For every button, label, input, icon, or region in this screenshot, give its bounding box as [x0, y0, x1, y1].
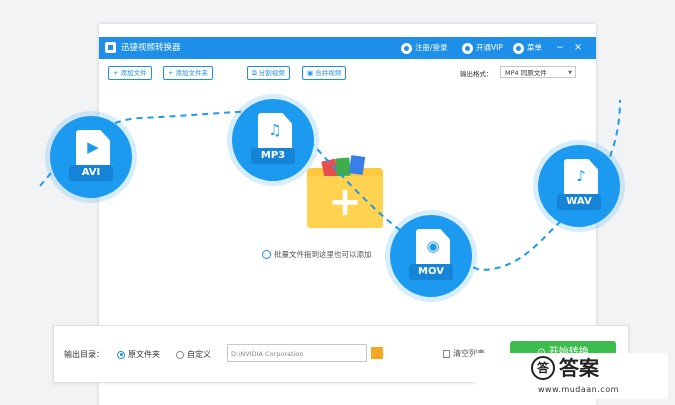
- music-note-icon: ♪: [576, 167, 586, 185]
- browse-folder-button[interactable]: [371, 347, 383, 359]
- avi-label: AVI: [69, 165, 113, 181]
- avi-badge: ▶ AVI: [50, 116, 132, 198]
- radio-unselected-icon: [176, 350, 184, 359]
- watermark-logo: 答: [531, 356, 555, 380]
- mov-badge: ◉ MOV: [390, 215, 472, 297]
- radio-selected-icon: [117, 350, 125, 359]
- mp3-badge: ♫ MP3: [232, 99, 314, 181]
- watermark-title: 答案: [559, 356, 599, 380]
- output-dir-label: 输出目录：: [64, 350, 104, 359]
- video-camera-icon: ▶: [87, 138, 99, 156]
- trash-icon: [443, 349, 450, 358]
- radio-custom-label: 自定义: [187, 350, 211, 359]
- output-path-input[interactable]: D:\NVIDIA Corporation: [227, 344, 367, 362]
- wav-badge: ♪ WAV: [538, 145, 620, 227]
- watermark-url: www.mudaan.com: [538, 385, 619, 394]
- radio-custom[interactable]: 自定义: [176, 349, 211, 360]
- mp3-label: MP3: [251, 148, 295, 164]
- radio-source-folder[interactable]: 原文件夹: [117, 349, 160, 360]
- wav-label: WAV: [557, 194, 601, 210]
- mov-label: MOV: [409, 264, 453, 280]
- music-note-icon: ♫: [268, 121, 282, 139]
- radio-source-label: 原文件夹: [128, 350, 160, 359]
- play-circle-icon: ◉: [426, 237, 440, 255]
